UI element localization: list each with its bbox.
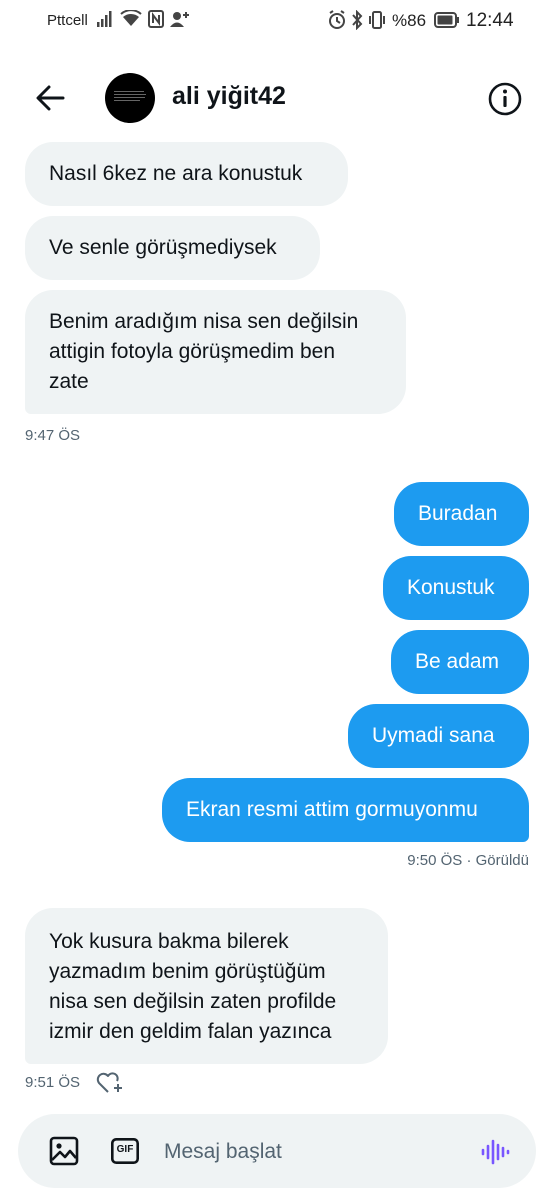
incoming-message[interactable]: Ve senle görüşmediysek bbox=[25, 216, 320, 280]
gif-label: GIF bbox=[116, 1144, 134, 1155]
message-text: Yok kusura bakma bilerek yazmadım benim … bbox=[49, 930, 337, 1043]
message-text: Ekran resmi attim gormuyonmu bbox=[186, 798, 478, 821]
status-left-icons bbox=[96, 10, 190, 28]
image-icon[interactable] bbox=[49, 1136, 79, 1166]
alarm-icon bbox=[329, 10, 345, 29]
voice-message-icon[interactable] bbox=[480, 1137, 510, 1167]
avatar-decoration bbox=[114, 100, 140, 101]
avatar-decoration bbox=[114, 94, 146, 95]
add-user-status-icon bbox=[170, 12, 189, 27]
info-icon bbox=[488, 82, 522, 116]
message-text: Buradan bbox=[418, 502, 498, 525]
clock: 12:44 bbox=[466, 10, 514, 31]
message-text: Nasıl 6kez ne ara konustuk bbox=[49, 162, 303, 185]
gif-button[interactable]: GIF bbox=[111, 1138, 139, 1164]
add-reaction-icon[interactable] bbox=[96, 1071, 124, 1095]
incoming-message[interactable]: Yok kusura bakma bilerek yazmadım benim … bbox=[25, 908, 388, 1064]
status-right-icons bbox=[328, 10, 386, 30]
battery-level: %86 bbox=[392, 11, 427, 30]
message-timestamp: 9:47 ÖS bbox=[25, 427, 81, 444]
bluetooth-icon bbox=[352, 10, 363, 30]
message-text: Uymadi sana bbox=[372, 724, 495, 747]
outgoing-message[interactable]: Ekran resmi attim gormuyonmu bbox=[162, 778, 529, 842]
vibrate-icon bbox=[369, 11, 385, 29]
message-input[interactable] bbox=[162, 1130, 466, 1174]
incoming-message[interactable]: Nasıl 6kez ne ara konustuk bbox=[25, 142, 348, 206]
message-text: Be adam bbox=[415, 650, 500, 673]
info-button[interactable] bbox=[486, 80, 524, 118]
outgoing-message[interactable]: Uymadi sana bbox=[348, 704, 529, 768]
conversation-header: ali yiğit42 bbox=[0, 60, 554, 136]
avatar[interactable] bbox=[105, 73, 155, 123]
signal-icon bbox=[97, 11, 112, 27]
avatar-decoration bbox=[114, 91, 144, 92]
message-timestamp: 9:51 ÖS bbox=[25, 1074, 81, 1091]
outgoing-message[interactable]: Be adam bbox=[391, 630, 529, 694]
battery-icon bbox=[434, 12, 459, 28]
arrow-left-icon bbox=[36, 85, 65, 111]
message-timestamp-seen: 9:50 ÖS · Görüldü bbox=[407, 852, 529, 869]
contact-name[interactable]: ali yiğit42 bbox=[172, 82, 286, 111]
message-composer: GIF bbox=[18, 1114, 536, 1188]
incoming-message[interactable]: Benim aradığım nisa sen değilsin attigin… bbox=[25, 290, 406, 414]
message-text: Benim aradığım nisa sen değilsin attigin… bbox=[49, 310, 359, 393]
back-button[interactable] bbox=[30, 80, 70, 116]
avatar-decoration bbox=[114, 97, 145, 98]
status-bar: Pttcell %86 12:44 bbox=[0, 0, 554, 44]
wifi-icon bbox=[120, 10, 142, 26]
message-text: Ve senle görüşmediysek bbox=[49, 236, 277, 259]
message-text: Konustuk bbox=[407, 576, 495, 599]
outgoing-message[interactable]: Buradan bbox=[394, 482, 529, 546]
nfc-icon bbox=[148, 10, 164, 28]
carrier-name: Pttcell bbox=[47, 12, 88, 29]
outgoing-message[interactable]: Konustuk bbox=[383, 556, 529, 620]
